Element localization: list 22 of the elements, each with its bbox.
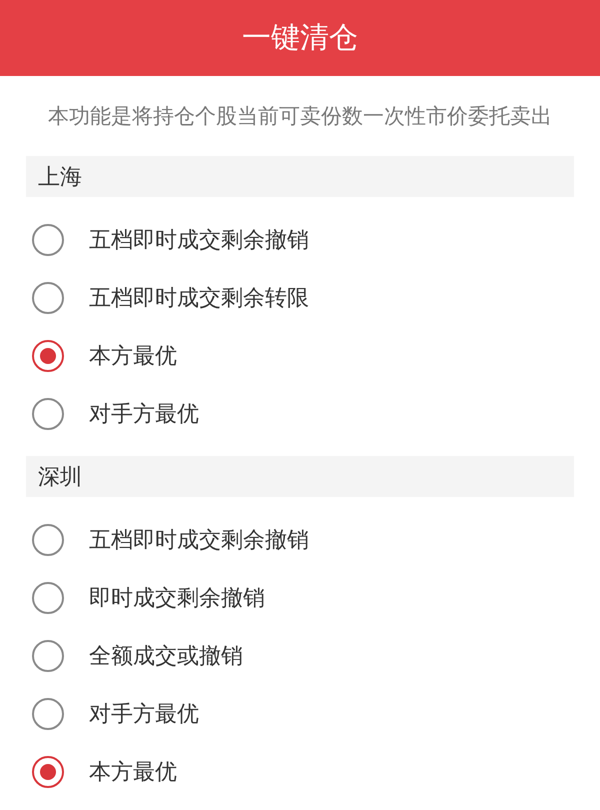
radio-button[interactable] xyxy=(32,398,64,430)
option-label[interactable]: 对手方最优 xyxy=(89,403,199,425)
radio-button[interactable] xyxy=(32,640,64,672)
option-label[interactable]: 五档即时成交剩余撤销 xyxy=(89,229,309,251)
radio-button[interactable] xyxy=(32,524,64,556)
option-label[interactable]: 本方最优 xyxy=(89,761,177,783)
section-title: 深圳 xyxy=(38,466,82,488)
radio-button[interactable] xyxy=(32,340,64,372)
option-label[interactable]: 全额成交或撤销 xyxy=(89,645,243,667)
radio-button[interactable] xyxy=(32,224,64,256)
radio-button[interactable] xyxy=(32,698,64,730)
radio-button[interactable] xyxy=(32,282,64,314)
option-label[interactable]: 对手方最优 xyxy=(89,703,199,725)
option-label[interactable]: 本方最优 xyxy=(89,345,177,367)
section-title: 上海 xyxy=(38,166,82,188)
option-label[interactable]: 即时成交剩余撤销 xyxy=(89,587,265,609)
radio-button[interactable] xyxy=(32,582,64,614)
description-text: 本功能是将持仓个股当前可卖份数一次性市价委托卖出 xyxy=(48,106,552,126)
radio-button[interactable] xyxy=(32,756,64,788)
page-title: 一键清仓 xyxy=(242,24,358,52)
option-label[interactable]: 五档即时成交剩余转限 xyxy=(89,287,309,309)
option-label[interactable]: 五档即时成交剩余撤销 xyxy=(89,529,309,551)
